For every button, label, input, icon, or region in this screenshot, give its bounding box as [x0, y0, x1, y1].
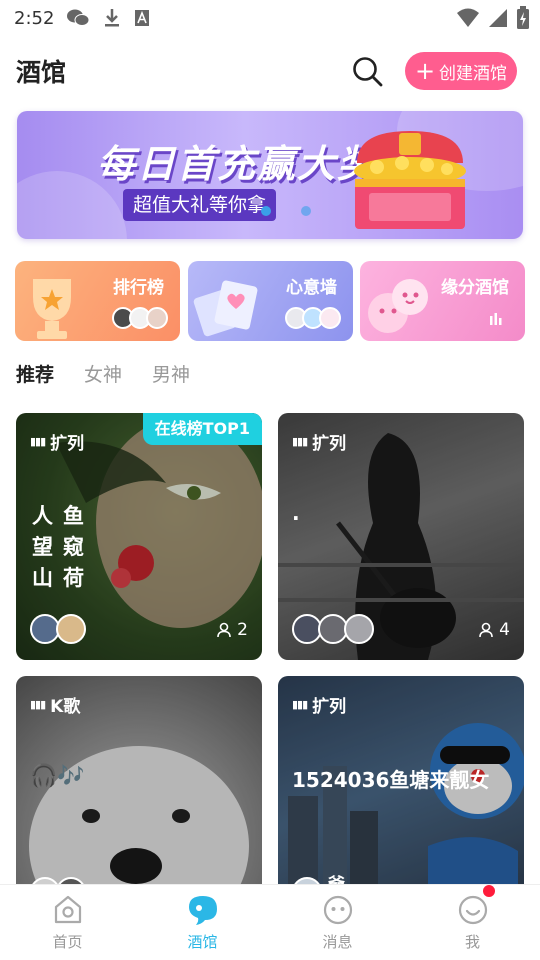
room-name-char: 荷 [63, 566, 84, 590]
room-category-label: 扩列 [50, 434, 85, 454]
banner-pagination [261, 206, 311, 216]
online-rank-badge: 在线榜TOP1 [142, 413, 262, 445]
room-category-label: K歌 [50, 697, 81, 717]
tavern-icon [188, 896, 217, 925]
create-tavern-label: 创建酒馆 [439, 63, 508, 84]
leaderboard-label: 排行榜 [113, 278, 164, 298]
category-tabs: 推荐 女神 男神 [16, 360, 190, 387]
equalizer-icon [490, 313, 502, 325]
equalizer-icon: ▮▮▮ [30, 435, 46, 448]
treasure-chest-icon [354, 131, 466, 229]
status-time: 2:52 [14, 7, 55, 29]
download-icon [105, 9, 120, 27]
search-button[interactable] [350, 54, 386, 90]
promo-banner[interactable]: 每日首充赢大奖 超值大礼等你拿 [17, 111, 523, 239]
wish-wall-card[interactable]: 心意墙 [188, 261, 353, 341]
nav-tavern[interactable]: 酒馆 [135, 885, 270, 960]
banner-title: 每日首充赢大奖 [97, 142, 378, 186]
room-name-char: 望 [32, 535, 53, 559]
room-member-avatars [30, 614, 86, 644]
room-name-char: 山 [32, 566, 53, 590]
room-name: 1524036鱼塘来靓女 [292, 768, 490, 792]
banner-dot [261, 206, 271, 216]
equalizer-icon: ▮▮▮ [30, 698, 46, 711]
tab-god[interactable]: 男神 [152, 360, 190, 387]
nav-messages[interactable]: 消息 [270, 885, 405, 960]
nav-home-label: 首页 [52, 933, 83, 951]
room-category: ▮▮▮ 扩列 [292, 429, 346, 454]
banner-subtitle: 超值大礼等你拿 [123, 189, 277, 221]
room-category: ▮▮▮ 扩列 [292, 692, 346, 717]
avatar [56, 614, 86, 644]
equalizer-icon: ▮▮▮ [292, 698, 308, 711]
status-notification-icons [66, 8, 150, 28]
notification-dot [483, 885, 495, 897]
avatar [319, 307, 341, 329]
wechat-icon [67, 9, 90, 26]
nav-profile-label: 我 [464, 933, 480, 951]
avatar [344, 614, 374, 644]
person-icon [479, 622, 493, 638]
room-category-label: 扩列 [312, 697, 347, 717]
room-member-count-value: 4 [499, 620, 510, 640]
room-name-char: 窥 [63, 535, 84, 559]
avatar [146, 307, 168, 329]
bottom-navigation: 首页 酒馆 消息 我 [0, 884, 540, 960]
profile-icon [458, 895, 487, 925]
leaderboard-avatars [112, 307, 168, 329]
room-name-char: 人 [32, 504, 53, 528]
person-icon [217, 622, 231, 638]
fate-tavern-label: 缘分酒馆 [441, 278, 509, 298]
equalizer-icon: ▮▮▮ [292, 435, 308, 448]
header: 酒馆 + 创建酒馆 [0, 44, 540, 100]
status-system-icons [456, 6, 530, 30]
letters-icon [193, 280, 258, 337]
room-card[interactable]: ▮▮▮ 扩列 在线榜TOP1 人 鱼 望 窥 山 荷 2 [16, 413, 262, 660]
plus-icon: + [414, 57, 436, 85]
nav-profile[interactable]: 我 [405, 885, 540, 960]
wish-wall-label: 心意墙 [286, 278, 337, 298]
fate-tavern-card[interactable]: 缘分酒馆 [360, 261, 525, 341]
room-member-count: 2 [216, 620, 248, 640]
room-name: 人 鱼 望 窥 山 荷 [32, 501, 94, 594]
battery-icon [517, 6, 529, 29]
room-category-label: 扩列 [312, 434, 347, 454]
signal-icon [489, 9, 507, 27]
nav-home[interactable]: 首页 [0, 885, 135, 960]
leaderboard-card[interactable]: 排行榜 [15, 261, 180, 341]
room-member-count-value: 2 [237, 620, 248, 640]
nav-tavern-label: 酒馆 [187, 933, 218, 951]
room-name: . [292, 501, 300, 525]
room-category: ▮▮▮ K歌 [30, 692, 80, 717]
wish-wall-avatars [285, 307, 341, 329]
trophy-icon [33, 279, 71, 339]
home-icon [54, 895, 81, 924]
room-category: ▮▮▮ 扩列 [30, 429, 84, 454]
room-name: 🎧🎶 [30, 764, 85, 789]
page-title: 酒馆 [16, 58, 67, 87]
room-name-char: 鱼 [63, 504, 84, 528]
search-icon [353, 57, 383, 87]
status-bar: 2:52 [0, 0, 540, 36]
create-tavern-button[interactable]: + 创建酒馆 [405, 52, 517, 90]
cute-clouds-icon [368, 279, 428, 333]
font-a-icon [135, 10, 150, 26]
room-member-avatars [292, 614, 374, 644]
room-card[interactable]: ▮▮▮ 扩列 . 4 [278, 413, 524, 660]
tab-recommend[interactable]: 推荐 [16, 360, 54, 387]
tab-goddess[interactable]: 女神 [84, 360, 122, 387]
room-member-count: 4 [478, 620, 510, 640]
nav-messages-label: 消息 [322, 933, 353, 951]
wifi-icon [457, 8, 479, 27]
banner-dot [301, 206, 311, 216]
message-icon [323, 895, 352, 925]
